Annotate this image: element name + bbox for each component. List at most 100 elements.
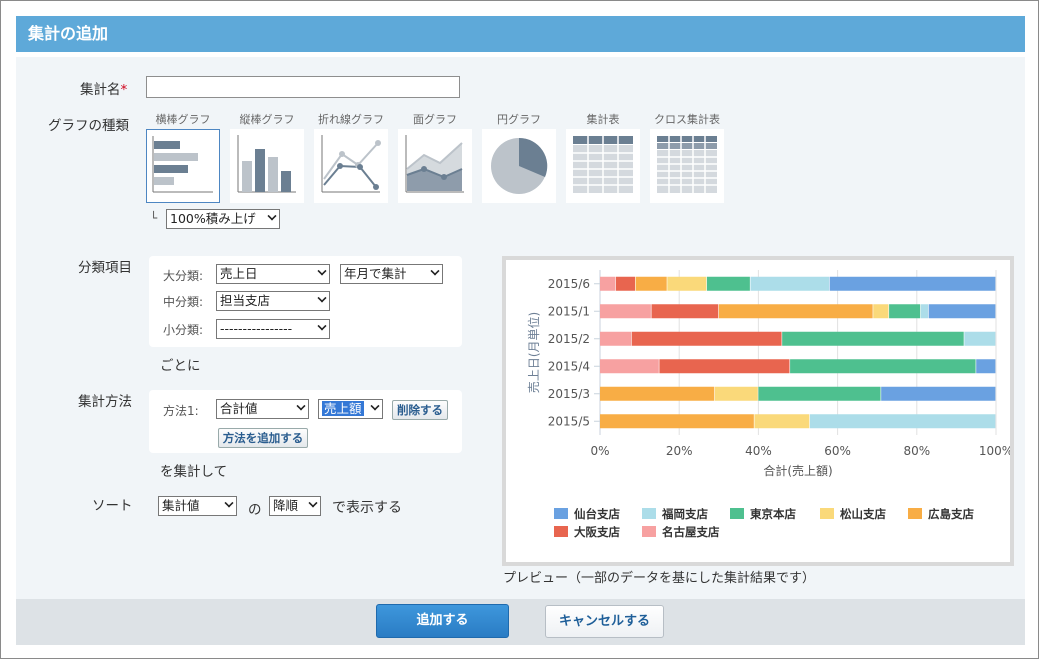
legend-label: 広島支店 bbox=[928, 507, 974, 521]
pie-chart-icon bbox=[491, 137, 548, 194]
category-label: 分類項目 bbox=[78, 260, 132, 276]
method-card: 方法1: 合計値 売上額 削除する 方法を追加する bbox=[149, 390, 462, 453]
bar-segment bbox=[881, 386, 996, 401]
delete-method-button[interactable]: 削除する bbox=[392, 400, 448, 420]
preview-caption: プレビュー（一部のデータを基にした集計結果です） bbox=[503, 571, 816, 586]
stack-mode-select[interactable]: 100%積み上げ bbox=[166, 209, 280, 229]
x-axis-title: 合計(売上額) bbox=[763, 463, 832, 478]
sort-suffix-text: で表示する bbox=[332, 500, 402, 516]
bar-segment bbox=[635, 276, 667, 291]
bar-segment bbox=[600, 386, 715, 401]
bar-segment bbox=[928, 304, 996, 319]
y-tick-label: 2015/5 bbox=[548, 414, 590, 428]
add-button[interactable]: 追加する bbox=[376, 604, 509, 638]
bar-segment bbox=[829, 276, 996, 291]
mid-category-select[interactable]: 担当支店 bbox=[216, 291, 330, 311]
graph-type-horizontal-bar[interactable]: 横棒グラフ bbox=[146, 113, 220, 203]
legend-label: 仙台支店 bbox=[574, 507, 620, 521]
bar-segment bbox=[809, 414, 996, 429]
bar-segment bbox=[754, 414, 810, 429]
preview-chart: 0% 20% 40% 60% 80% 100% 2015/6 2015/1 2015/2 2015… bbox=[502, 256, 1014, 566]
legend-swatch bbox=[554, 508, 568, 519]
graph-type-table[interactable]: 集計表 bbox=[566, 113, 640, 203]
graph-type-name: 横棒グラフ bbox=[155, 113, 211, 126]
name-input[interactable] bbox=[146, 76, 460, 98]
bar-segment bbox=[873, 304, 889, 319]
graph-type-label: グラフの種類 bbox=[48, 118, 129, 134]
bar-segment bbox=[714, 386, 758, 401]
sort-order-select[interactable]: 降順 bbox=[269, 496, 321, 516]
bar-segment bbox=[964, 331, 996, 346]
horizontal-bar-icon bbox=[152, 136, 213, 193]
y-tick-label: 2015/6 bbox=[548, 277, 590, 291]
method-label: 集計方法 bbox=[78, 394, 132, 410]
bar-segment bbox=[790, 359, 976, 374]
graph-type-pie[interactable]: 円グラフ bbox=[482, 113, 556, 203]
graph-type-name: 折れ線グラフ bbox=[318, 113, 384, 126]
graph-type-area[interactable]: 面グラフ bbox=[398, 113, 472, 203]
legend-swatch bbox=[642, 526, 656, 537]
y-tick-label: 2015/4 bbox=[548, 359, 590, 373]
bar-segment bbox=[600, 276, 616, 291]
major-category-label: 大分類: bbox=[163, 269, 204, 283]
legend-label: 福岡支店 bbox=[661, 507, 708, 521]
dialog-frame: 集計の追加 集計名* グラフの種類 横棒グラフ 縦棒グラフ 折れ線グラフ 面グラ… bbox=[0, 0, 1039, 659]
bar-segment bbox=[631, 331, 782, 346]
major-group-select[interactable]: 年月で集計 bbox=[340, 264, 443, 284]
bar-segment bbox=[659, 359, 790, 374]
legend-swatch bbox=[820, 508, 834, 519]
per-text: ごとに bbox=[160, 358, 201, 374]
x-tick-label: 0% bbox=[590, 444, 609, 458]
bar-segment bbox=[600, 359, 659, 374]
graph-type-cross-table[interactable]: クロス集計表 bbox=[650, 113, 724, 203]
bar-segment bbox=[600, 304, 651, 319]
x-tick-label: 100% bbox=[979, 444, 1010, 458]
preview-chart-svg: 0% 20% 40% 60% 80% 100% 2015/6 2015/1 2015/2 2015… bbox=[526, 270, 1013, 539]
legend-swatch bbox=[908, 508, 922, 519]
y-tick-label: 2015/2 bbox=[548, 332, 590, 346]
method1-label: 方法1: bbox=[163, 404, 199, 418]
graph-type-name: 集計表 bbox=[586, 113, 620, 126]
area-chart-icon bbox=[405, 135, 464, 193]
mid-category-label: 中分類: bbox=[163, 295, 204, 309]
vertical-bar-icon bbox=[237, 135, 296, 193]
bar-segment bbox=[718, 304, 873, 319]
legend-label: 東京本店 bbox=[750, 507, 796, 521]
legend-label: 大阪支店 bbox=[574, 525, 620, 539]
dialog-title: 集計の追加 bbox=[16, 16, 1025, 52]
sort-label: ソート bbox=[92, 498, 133, 514]
minor-category-select[interactable]: ---------------- bbox=[216, 319, 330, 339]
x-tick-label: 60% bbox=[824, 444, 851, 458]
x-tick-label: 20% bbox=[666, 444, 693, 458]
bar-segment bbox=[706, 276, 750, 291]
major-category-select[interactable]: 売上日 bbox=[216, 264, 330, 284]
method1-function-select[interactable]: 合計値 bbox=[216, 399, 309, 419]
bar-segment bbox=[920, 304, 929, 319]
tree-connector: └ bbox=[150, 211, 158, 225]
method1-field-select[interactable]: 売上額 bbox=[318, 399, 383, 419]
legend-swatch bbox=[730, 508, 744, 519]
add-method-button[interactable]: 方法を追加する bbox=[218, 428, 308, 448]
bar-segment bbox=[782, 331, 964, 346]
cross-table-icon bbox=[657, 136, 717, 193]
cancel-button[interactable]: キャンセルする bbox=[545, 605, 664, 638]
legend-swatch bbox=[642, 508, 656, 519]
legend-label: 松山支店 bbox=[840, 507, 886, 521]
form-panel: 集計名* グラフの種類 横棒グラフ 縦棒グラフ 折れ線グラフ 面グラフ 円グラフ… bbox=[16, 57, 1025, 599]
sort-by-select[interactable]: 集計値 bbox=[158, 496, 237, 516]
line-chart-icon bbox=[321, 135, 381, 193]
bar-segment bbox=[889, 304, 921, 319]
bar-segment bbox=[600, 331, 632, 346]
y-tick-label: 2015/1 bbox=[548, 304, 590, 318]
name-label: 集計名* bbox=[80, 82, 128, 98]
legend-label: 名古屋支店 bbox=[662, 525, 720, 539]
bar-segment bbox=[667, 276, 707, 291]
aggregate-text: を集計して bbox=[160, 464, 228, 480]
graph-type-vertical-bar[interactable]: 縦棒グラフ bbox=[230, 113, 304, 203]
table-icon bbox=[573, 136, 633, 193]
graph-type-name: クロス集計表 bbox=[654, 113, 720, 126]
graph-type-line[interactable]: 折れ線グラフ bbox=[314, 113, 388, 203]
bar-segment bbox=[615, 276, 636, 291]
minor-category-label: 小分類: bbox=[163, 323, 204, 337]
bar-segment bbox=[758, 386, 881, 401]
